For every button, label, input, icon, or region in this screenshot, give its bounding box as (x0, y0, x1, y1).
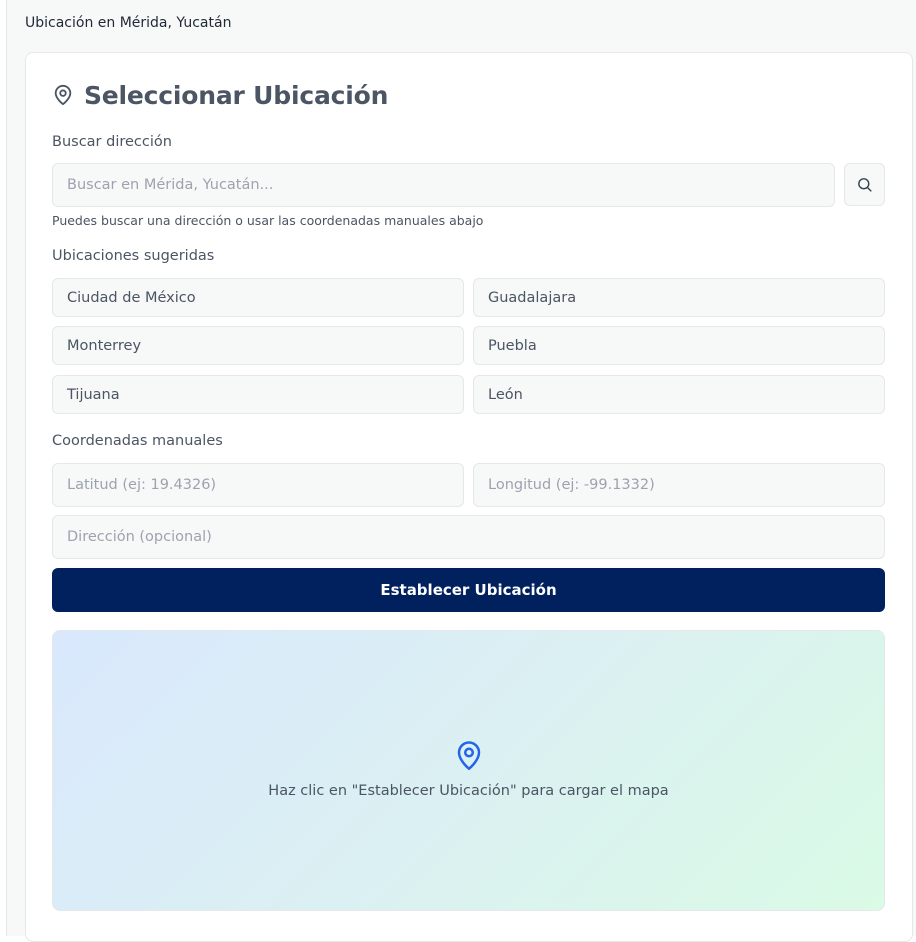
page-panel: Ubicación en Mérida, Yucatán Seleccionar… (6, 0, 916, 942)
search-label: Buscar dirección (52, 134, 172, 150)
manual-coordinates-label: Coordenadas manuales (52, 433, 223, 449)
suggested-location-button[interactable]: Guadalajara (473, 278, 885, 317)
card-header: Seleccionar Ubicación (52, 77, 388, 113)
map-placeholder-message: Haz clic en "Establecer Ubicación" para … (268, 783, 669, 799)
address-search-input[interactable] (52, 163, 835, 207)
map-placeholder: Haz clic en "Establecer Ubicación" para … (52, 630, 885, 911)
address-input[interactable] (52, 515, 885, 559)
map-pin-icon (453, 738, 485, 772)
card-title: Seleccionar Ubicación (84, 80, 389, 110)
search-hint: Puedes buscar una dirección o usar las c… (52, 213, 484, 228)
suggested-location-button[interactable]: Puebla (473, 326, 885, 365)
suggested-locations-label: Ubicaciones sugeridas (52, 248, 215, 264)
suggested-location-button[interactable]: Tijuana (52, 375, 464, 414)
set-location-button[interactable]: Establecer Ubicación (52, 568, 885, 612)
latitude-input[interactable] (52, 463, 464, 507)
current-location-header: Ubicación en Mérida, Yucatán (25, 15, 232, 31)
longitude-input[interactable] (473, 463, 885, 507)
location-selector-card: Seleccionar Ubicación Buscar dirección P… (25, 52, 913, 942)
suggested-location-button[interactable]: Monterrey (52, 326, 464, 365)
map-pin-icon (52, 84, 74, 106)
suggested-location-button[interactable]: León (473, 375, 885, 414)
suggested-location-button[interactable]: Ciudad de México (52, 278, 464, 317)
search-button[interactable] (844, 163, 885, 206)
search-icon (856, 176, 873, 193)
